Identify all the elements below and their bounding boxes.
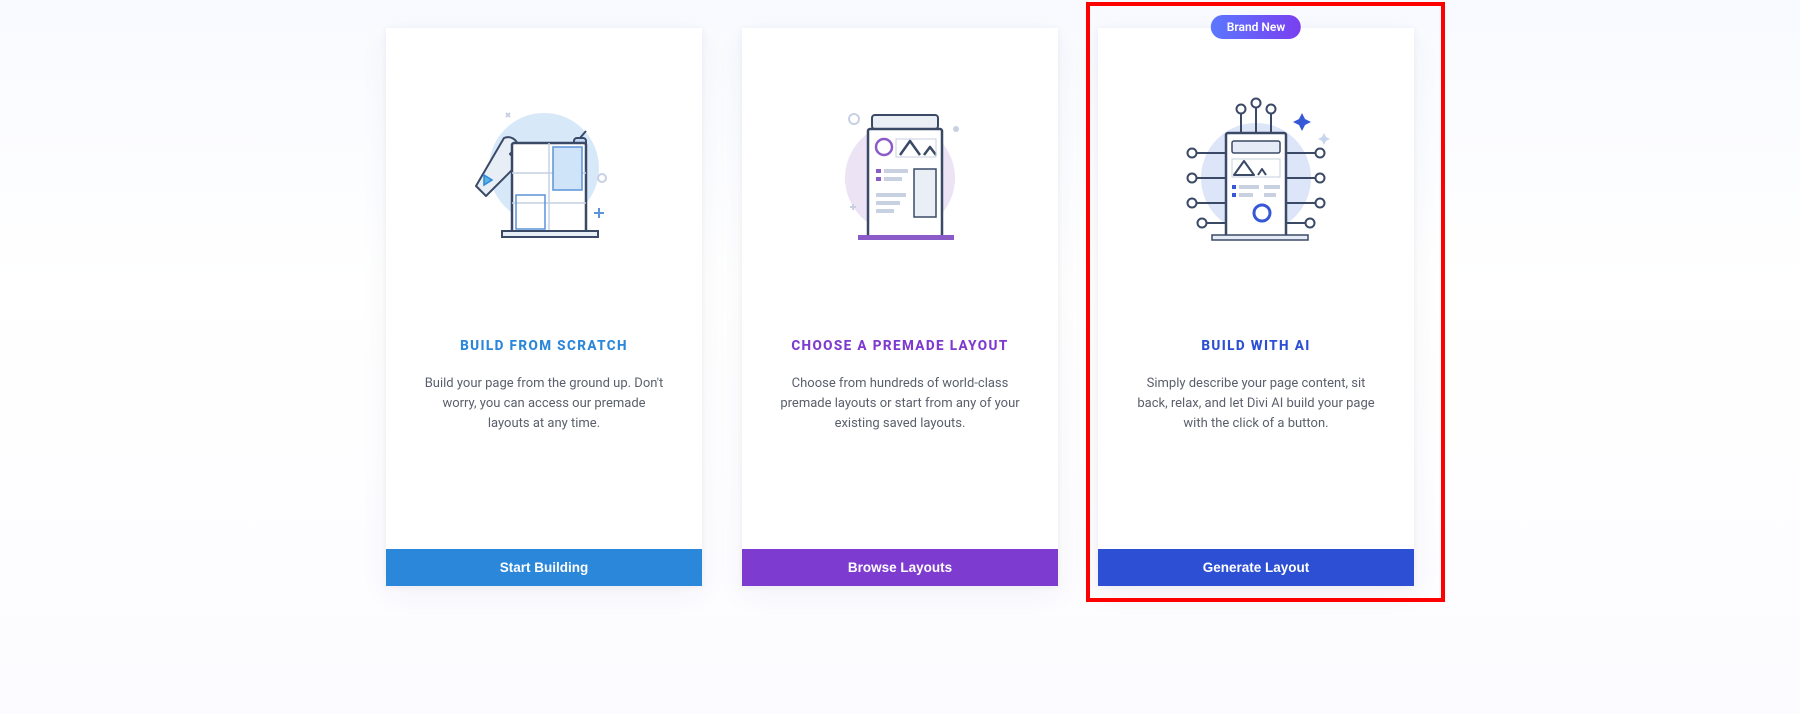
layout-options-row: BUILD FROM SCRATCH Build your page from … [386, 28, 1414, 586]
card-description: Simply describe your page content, sit b… [1098, 374, 1414, 434]
card-description: Build your page from the ground up. Don'… [386, 374, 702, 434]
browse-layouts-button[interactable]: Browse Layouts [742, 549, 1058, 586]
card-build-from-scratch[interactable]: BUILD FROM SCRATCH Build your page from … [386, 28, 702, 586]
scratch-icon [386, 28, 702, 308]
card-build-with-ai[interactable]: Brand New [1098, 28, 1414, 586]
brand-new-badge: Brand New [1211, 15, 1301, 39]
generate-layout-button[interactable]: Generate Layout [1098, 549, 1414, 586]
ai-icon [1098, 28, 1414, 308]
start-building-button[interactable]: Start Building [386, 549, 702, 586]
card-description: Choose from hundreds of world-class prem… [742, 374, 1058, 434]
card-title: BUILD WITH AI [1201, 338, 1310, 354]
card-title: BUILD FROM SCRATCH [460, 338, 628, 354]
card-choose-premade-layout[interactable]: CHOOSE A PREMADE LAYOUT Choose from hund… [742, 28, 1058, 586]
premade-icon [742, 28, 1058, 308]
card-title: CHOOSE A PREMADE LAYOUT [791, 338, 1008, 354]
